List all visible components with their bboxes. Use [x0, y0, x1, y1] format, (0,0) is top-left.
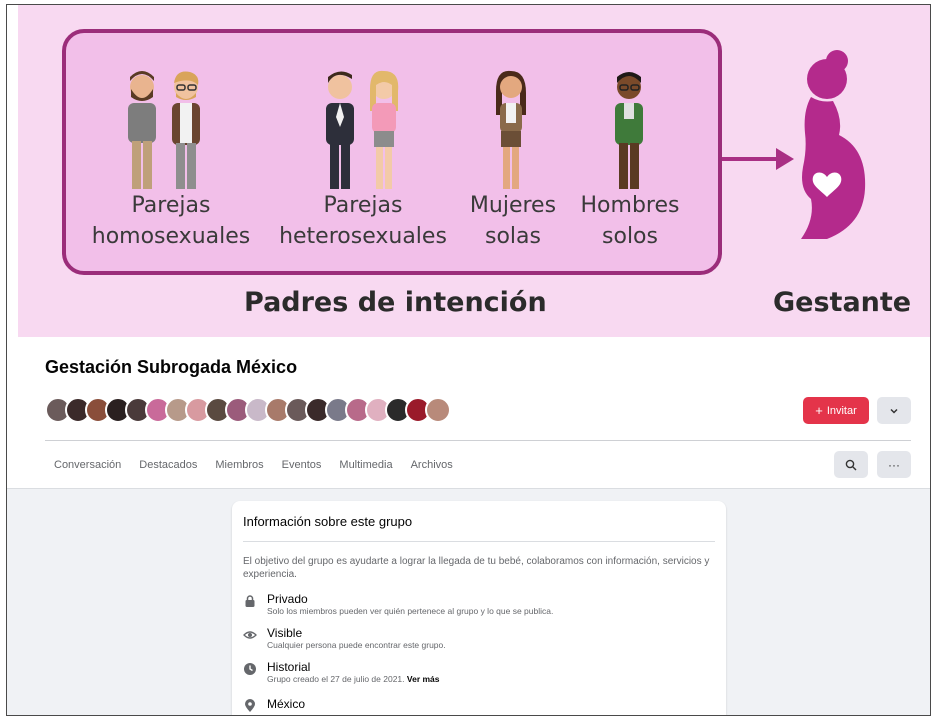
single-woman-illustration	[496, 70, 526, 189]
search-icon	[845, 459, 857, 470]
screenshot-frame: Parejas homosexuales Parejas heterosexuale…	[6, 4, 931, 716]
lock-icon	[245, 595, 255, 607]
info-visible-title: Visible	[267, 626, 303, 640]
tab-featured[interactable]: Destacados	[130, 453, 206, 477]
search-button[interactable]	[834, 451, 868, 478]
label-single-men: Hombres solos	[580, 193, 680, 249]
about-divider	[243, 541, 715, 542]
invite-label: Invitar	[826, 404, 857, 417]
about-description: El objetivo del grupo es ayudarte a logr…	[243, 556, 710, 580]
info-history-title: Historial	[267, 660, 311, 674]
clock-icon	[244, 663, 256, 675]
caption-surrogate: Gestante	[773, 287, 912, 318]
label-single-women: Mujeres solas	[469, 193, 557, 249]
location-pin-icon	[245, 699, 255, 712]
header-divider	[45, 440, 911, 441]
eye-icon	[243, 631, 257, 639]
tab-members[interactable]: Miembros	[206, 453, 272, 477]
tab-media[interactable]: Multimedia	[330, 453, 401, 477]
info-private-title: Privado	[267, 592, 308, 606]
single-man-illustration	[615, 72, 643, 189]
group-tabs: Conversación Destacados Miembros Eventos…	[45, 453, 462, 477]
label-gay-couples: Parejas homosexuales	[91, 193, 251, 249]
info-location-title: México	[267, 697, 306, 711]
tab-events[interactable]: Eventos	[273, 453, 331, 477]
caption-intended-parents: Padres de intención	[244, 287, 547, 318]
info-visible-subtitle: Cualquier persona puede encontrar este g…	[267, 640, 446, 650]
more-options-button[interactable]: ···	[877, 451, 911, 478]
info-history-text: Grupo creado el 27 de julio de 2021.	[267, 674, 405, 684]
arrow-line	[722, 157, 782, 161]
tab-conversation[interactable]: Conversación	[45, 453, 130, 477]
plus-icon: +	[815, 403, 823, 418]
label-hetero-couples: Parejas heterosexuales	[279, 193, 447, 249]
see-more-link[interactable]: Ver más	[407, 674, 440, 684]
chevron-down-icon	[890, 408, 898, 414]
group-cover-banner: Parejas homosexuales Parejas heterosexuale…	[18, 5, 930, 337]
hetero-couple-illustration	[326, 70, 399, 189]
about-group-card: Información sobre este grupo El objetivo…	[232, 501, 726, 715]
expand-button[interactable]	[877, 397, 911, 424]
avatar[interactable]	[425, 397, 451, 423]
invite-button[interactable]: + Invitar	[803, 397, 869, 424]
gay-couple-illustration	[128, 71, 200, 189]
group-title[interactable]: Gestación Subrogada México	[45, 357, 297, 378]
more-icon: ···	[888, 457, 900, 472]
member-avatars[interactable]	[45, 397, 451, 425]
info-private-subtitle: Solo los miembros pueden ver quién perte…	[267, 606, 554, 616]
tab-files[interactable]: Archivos	[402, 453, 462, 477]
pregnant-woman-icon	[801, 50, 866, 239]
info-history-subtitle: Grupo creado el 27 de julio de 2021. Ver…	[267, 674, 440, 684]
about-title: Información sobre este grupo	[243, 514, 413, 529]
